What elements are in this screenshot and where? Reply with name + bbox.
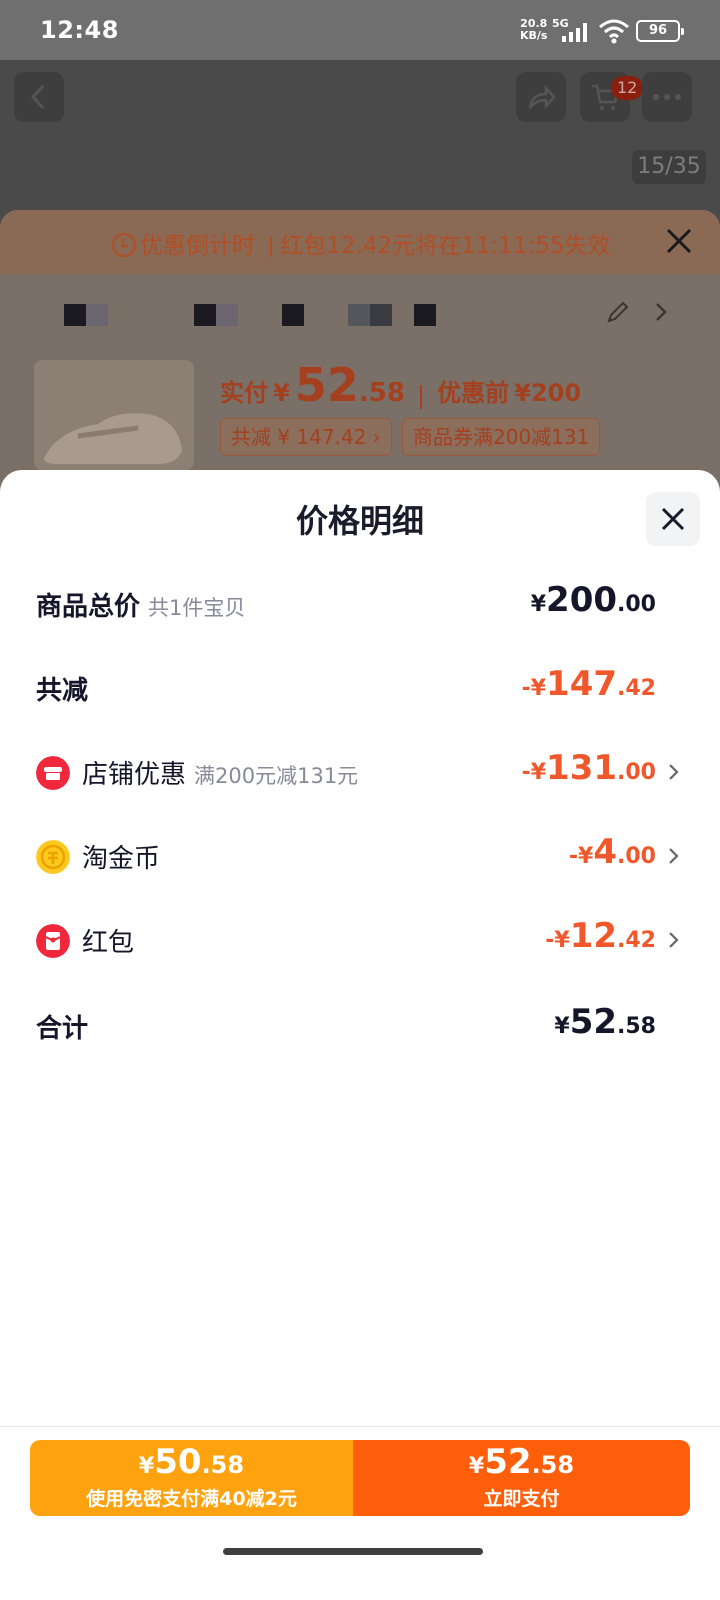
pay-buttons: ¥50.58 使用免密支付满40减2元 ¥52.58 立即支付 <box>30 1440 690 1516</box>
share-icon <box>528 84 556 110</box>
subtotal-row: 商品总价 共1件宝贝 ¥200.00 <box>36 580 656 622</box>
more-button[interactable] <box>642 72 692 122</box>
back-button[interactable] <box>14 72 64 122</box>
sku-sheet-backdrop: 优惠倒计时 红包12.42元将在11:11:55失效 实付 ¥ 52.58 优惠… <box>0 210 720 510</box>
chevron-right-icon[interactable] <box>652 300 670 324</box>
image-counter: 15/35 <box>632 150 706 184</box>
red-packet-amount: -¥12.42 <box>545 916 656 956</box>
red-packet-icon <box>36 924 70 958</box>
cart-count-badge: 12 <box>611 76 644 100</box>
chevron-left-icon <box>30 84 45 110</box>
pay-now-button[interactable]: ¥52.58 立即支付 <box>353 1440 690 1516</box>
sheet-title: 价格明细 <box>295 502 424 540</box>
more-icon <box>653 94 681 100</box>
total-discount-amount: -¥147.42 <box>521 664 656 704</box>
shop-discount-row[interactable]: 店铺优惠 满200元减131元 -¥131.00 <box>36 748 684 794</box>
coin-discount-amount: -¥4.00 <box>568 832 656 872</box>
shop-discount-amount: -¥131.00 <box>521 748 656 788</box>
share-button[interactable] <box>516 72 566 122</box>
chevron-right-icon <box>669 764 679 780</box>
coin-icon <box>36 840 70 874</box>
password-free-pay-button[interactable]: ¥50.58 使用免密支付满40减2元 <box>30 1440 353 1516</box>
signal-icon <box>562 23 587 42</box>
divider <box>270 236 273 257</box>
grand-total-row: 合计 ¥52.58 <box>36 1002 656 1044</box>
coin-discount-row[interactable]: 淘金币 -¥4.00 <box>36 832 684 878</box>
countdown-label: 优惠倒计时 <box>140 233 255 259</box>
total-saved-chip[interactable]: 共减 ¥ 147.42 › <box>220 418 392 456</box>
shop-icon <box>36 756 70 790</box>
pay-price-line: 实付 ¥ 52.58 优惠前 ¥200 <box>220 358 582 412</box>
clock-time: 12:48 <box>40 16 119 44</box>
total-discount-row: 共减 -¥147.42 <box>36 664 656 706</box>
divider <box>420 384 423 409</box>
close-icon[interactable] <box>664 226 694 256</box>
countdown-banner: 优惠倒计时 红包12.42元将在11:11:55失效 <box>0 210 720 274</box>
subtotal-amount: ¥200.00 <box>530 580 656 620</box>
chevron-right-icon <box>669 848 679 864</box>
status-bar: 12:48 20.8 KB/s 5G 96 <box>0 0 720 60</box>
grand-total-amount: ¥52.58 <box>554 1002 656 1042</box>
close-icon <box>661 507 685 531</box>
chevron-right-icon <box>669 932 679 948</box>
edit-icon[interactable] <box>606 300 630 324</box>
red-packet-row[interactable]: 红包 -¥12.42 <box>36 916 684 962</box>
home-indicator[interactable] <box>223 1548 483 1555</box>
wifi-icon <box>599 19 629 44</box>
shoe-image <box>44 413 182 464</box>
coupon-chip: 商品券满200减131 <box>402 418 601 456</box>
clock-icon <box>112 232 136 257</box>
network-speed: 20.8 KB/s 5G <box>520 17 569 42</box>
close-button[interactable] <box>646 492 700 546</box>
sku-options-row <box>30 298 690 338</box>
countdown-text: 红包12.42元将在11:11:55失效 <box>280 233 611 259</box>
battery-indicator: 96 <box>636 20 684 42</box>
